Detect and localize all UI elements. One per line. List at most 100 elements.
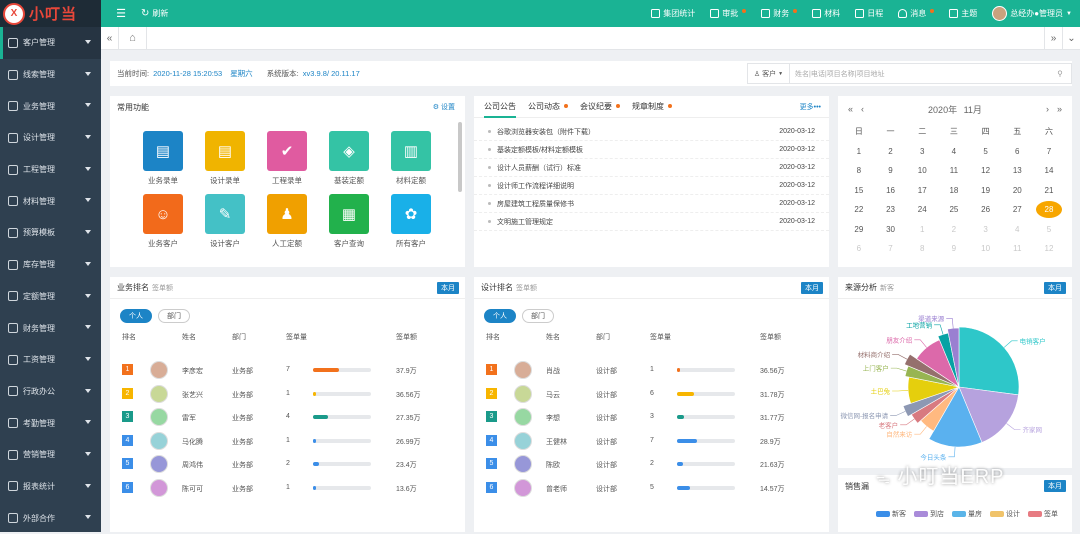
- calendar-day[interactable]: 24: [906, 200, 938, 220]
- pill-department[interactable]: 部门: [522, 309, 554, 323]
- calendar-day[interactable]: 11: [1001, 239, 1033, 259]
- table-row[interactable]: 2 马云 设计部 6 31.78万: [474, 382, 829, 406]
- table-row[interactable]: 5 周鸿伟 业务部 2 23.4万: [110, 452, 465, 476]
- quick-item[interactable]: ✿ 所有客户: [380, 194, 442, 249]
- tab-scroll-right-icon[interactable]: »: [1044, 26, 1062, 50]
- pill-individual[interactable]: 个人: [484, 309, 516, 323]
- prev-year-icon[interactable]: «: [848, 104, 853, 114]
- calendar-day[interactable]: 7: [1033, 142, 1065, 162]
- tab-scroll-left-icon[interactable]: «: [101, 26, 119, 50]
- calendar-day[interactable]: 9: [938, 239, 970, 259]
- sidebar-item[interactable]: 定额管理: [0, 281, 101, 313]
- scrollbar[interactable]: [458, 122, 462, 192]
- table-row[interactable]: 6 曾老师 设计部 5 14.57万: [474, 476, 829, 500]
- table-row[interactable]: 1 李彦宏 业务部 7 37.9万: [110, 358, 465, 382]
- sidebar-item[interactable]: 外部合作: [0, 502, 101, 534]
- table-row[interactable]: 3 李想 设计部 3 31.77万: [474, 405, 829, 429]
- calendar-day[interactable]: 12: [970, 161, 1002, 181]
- sidebar-item[interactable]: 业务管理: [0, 90, 101, 122]
- table-row[interactable]: 4 马化腾 业务部 1 26.99万: [110, 429, 465, 453]
- calendar-day[interactable]: 9: [875, 161, 907, 181]
- sidebar-item[interactable]: 线索管理: [0, 59, 101, 91]
- notice-row[interactable]: 基装定额模板/材料定额模板 2020-03-12: [474, 141, 829, 159]
- quick-item[interactable]: ✔ 工程录单: [256, 131, 318, 186]
- quick-item[interactable]: ♟ 人工定额: [256, 194, 318, 249]
- table-row[interactable]: 2 张艺兴 业务部 1 36.56万: [110, 382, 465, 406]
- calendar-day[interactable]: 13: [1001, 161, 1033, 181]
- calendar-day[interactable]: 21: [1033, 181, 1065, 201]
- table-row[interactable]: 3 雷军 业务部 4 27.35万: [110, 405, 465, 429]
- notice-tab[interactable]: 规章制度: [632, 101, 672, 112]
- notice-tab[interactable]: 会议纪要: [580, 101, 620, 112]
- calendar-day[interactable]: 27: [1001, 200, 1033, 220]
- calendar-day[interactable]: 19: [970, 181, 1002, 201]
- calendar-day[interactable]: 3: [970, 220, 1002, 240]
- legend-item[interactable]: 新客: [876, 509, 906, 519]
- settings-link[interactable]: ⚙ 设置: [433, 102, 455, 112]
- calendar-day[interactable]: 5: [970, 142, 1002, 162]
- notice-row[interactable]: 房屋建筑工程质量保修书 2020-03-12: [474, 195, 829, 213]
- quick-item[interactable]: ▤ 业务录单: [132, 131, 194, 186]
- schedule-button[interactable]: 日程: [855, 8, 883, 19]
- calendar-day[interactable]: 11: [938, 161, 970, 181]
- quick-item[interactable]: ▥ 材料定额: [380, 131, 442, 186]
- menu-toggle-icon[interactable]: ☰: [101, 7, 141, 20]
- period-badge[interactable]: 本月: [1044, 480, 1066, 492]
- sidebar-item[interactable]: 客户管理: [0, 27, 101, 59]
- theme-button[interactable]: 主题: [949, 8, 977, 19]
- calendar-day-today[interactable]: 28: [1033, 200, 1065, 220]
- legend-item[interactable]: 设计: [990, 509, 1020, 519]
- calendar-day[interactable]: 5: [1033, 220, 1065, 240]
- table-row[interactable]: 6 陈可可 业务部 1 13.6万: [110, 476, 465, 500]
- calendar-day[interactable]: 16: [875, 181, 907, 201]
- notice-tab[interactable]: 公司动态: [528, 101, 568, 112]
- calendar-day[interactable]: 29: [843, 220, 875, 240]
- search-scope-select[interactable]: ♙ 客户 ▼: [748, 64, 790, 83]
- table-row[interactable]: 4 王健林 设计部 7 28.9万: [474, 429, 829, 453]
- legend-item[interactable]: 到店: [914, 509, 944, 519]
- calendar-day[interactable]: 23: [875, 200, 907, 220]
- sidebar-item[interactable]: 材料管理: [0, 185, 101, 217]
- calendar-day[interactable]: 4: [938, 142, 970, 162]
- pie-slice[interactable]: [958, 326, 1020, 396]
- calendar-day[interactable]: 2: [875, 142, 907, 162]
- quick-item[interactable]: ✎ 设计客户: [194, 194, 256, 249]
- sidebar-item[interactable]: 行政办公: [0, 376, 101, 408]
- calendar-day[interactable]: 8: [906, 239, 938, 259]
- quick-item[interactable]: ▤ 设计录单: [194, 131, 256, 186]
- sidebar-item[interactable]: 报表统计: [0, 471, 101, 503]
- legend-item[interactable]: 签单: [1028, 509, 1058, 519]
- group-stats-button[interactable]: 集团统计: [651, 8, 695, 19]
- period-badge[interactable]: 本月: [437, 282, 459, 294]
- search-input[interactable]: 姓名|电话|项目名称|项目地址: [790, 69, 1049, 79]
- notice-row[interactable]: 文明施工管理规定 2020-03-12: [474, 213, 829, 231]
- sidebar-item[interactable]: 设计管理: [0, 122, 101, 154]
- pill-department[interactable]: 部门: [158, 309, 190, 323]
- refresh-button[interactable]: ↻ 刷新: [141, 8, 168, 19]
- finance-button[interactable]: 财务: [761, 8, 798, 19]
- sidebar-item[interactable]: 预算模板: [0, 217, 101, 249]
- sidebar-item[interactable]: 考勤管理: [0, 407, 101, 439]
- calendar-day[interactable]: 6: [843, 239, 875, 259]
- sidebar-item[interactable]: 库存管理: [0, 249, 101, 281]
- calendar-day[interactable]: 18: [938, 181, 970, 201]
- calendar-day[interactable]: 12: [1033, 239, 1065, 259]
- calendar-day[interactable]: 26: [970, 200, 1002, 220]
- period-badge[interactable]: 本月: [1044, 282, 1066, 294]
- notice-row[interactable]: 设计人员薪酬（试行）标准 2020-03-12: [474, 159, 829, 177]
- notice-row[interactable]: 谷歌浏览器安装包（附件下载） 2020-03-12: [474, 123, 829, 141]
- calendar-day[interactable]: 8: [843, 161, 875, 181]
- calendar-day[interactable]: 25: [938, 200, 970, 220]
- calendar-day[interactable]: 6: [1001, 142, 1033, 162]
- calendar-day[interactable]: 10: [970, 239, 1002, 259]
- tab-home[interactable]: ⌂: [119, 26, 147, 50]
- calendar-day[interactable]: 15: [843, 181, 875, 201]
- calendar-day[interactable]: 7: [875, 239, 907, 259]
- calendar-day[interactable]: 30: [875, 220, 907, 240]
- next-year-icon[interactable]: »: [1057, 104, 1062, 114]
- quick-item[interactable]: ▦ 客户查询: [318, 194, 380, 249]
- logo[interactable]: X 小叮当: [0, 0, 101, 27]
- calendar-day[interactable]: 1: [843, 142, 875, 162]
- search-icon[interactable]: ⚲: [1049, 69, 1071, 78]
- calendar-day[interactable]: 3: [906, 142, 938, 162]
